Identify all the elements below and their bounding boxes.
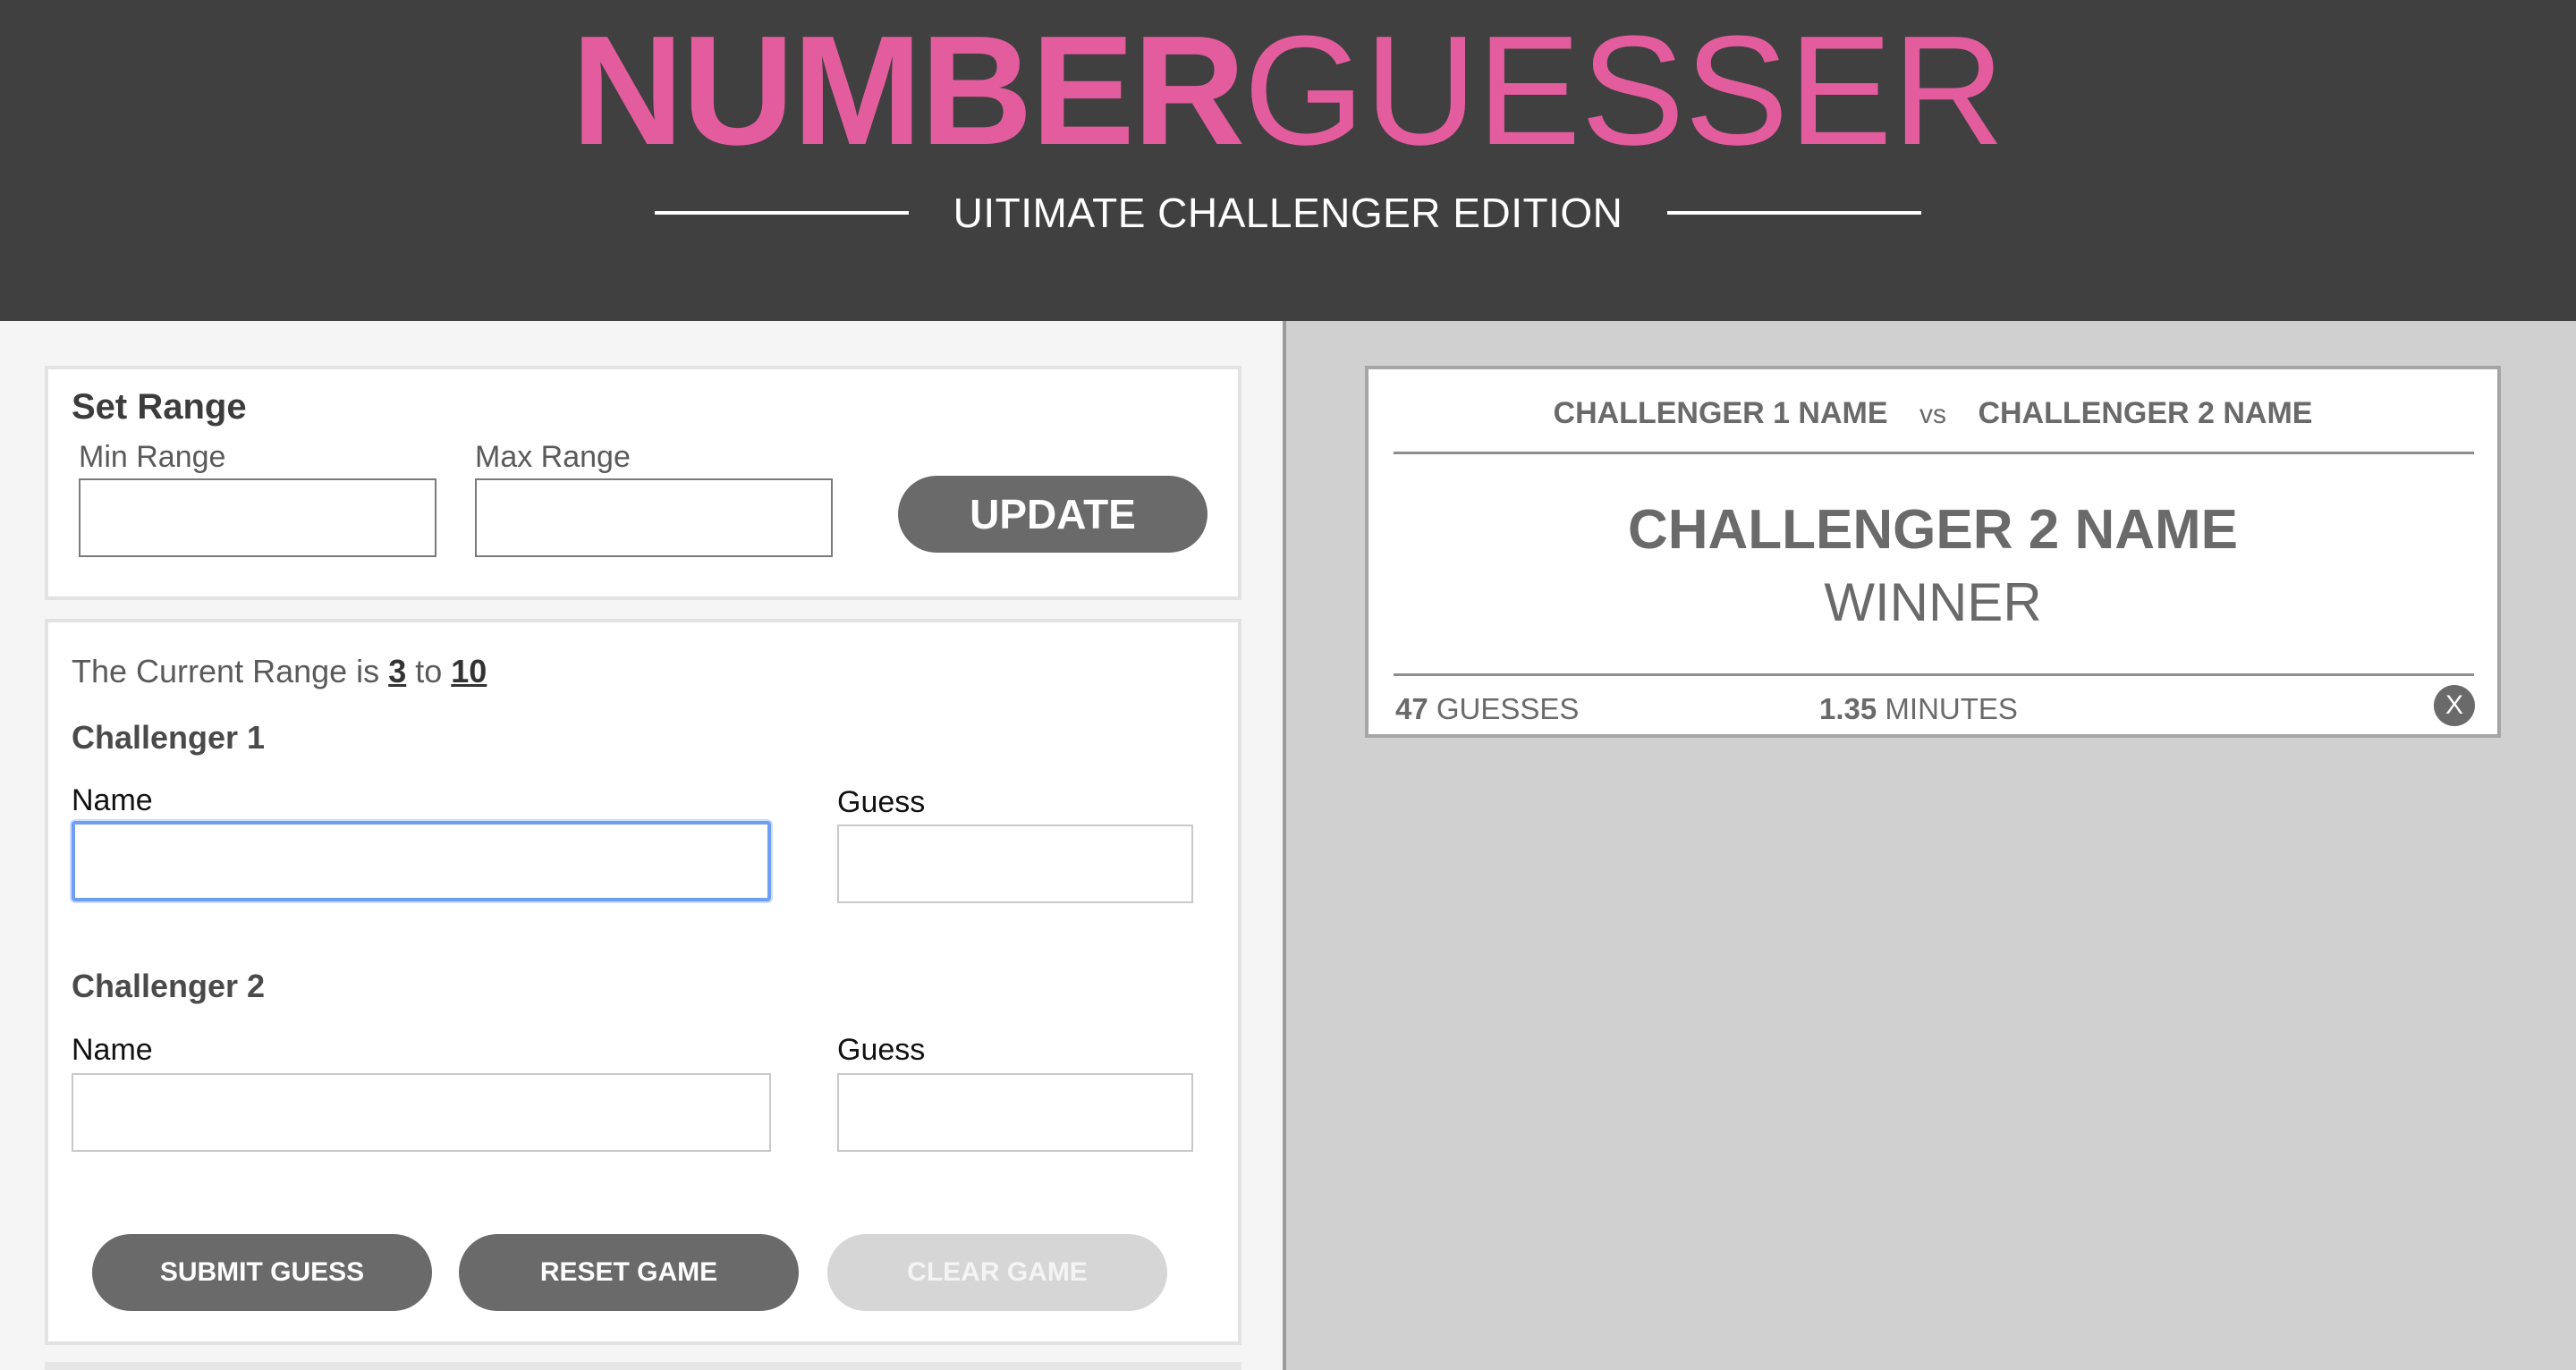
set-range-card: Set Range Min Range Max Range UPDATE <box>45 366 1241 600</box>
winner-name: CHALLENGER 2 NAME <box>1627 499 2239 561</box>
current-range-joiner: to <box>415 653 443 689</box>
winner-label: WINNER <box>1824 572 2042 632</box>
minutes-label: MINUTES <box>1885 692 2018 725</box>
matchup-row: CHALLENGER 1 NAME vs CHALLENGER 2 NAME <box>1368 396 2497 431</box>
challenger1-name-input[interactable] <box>72 821 771 901</box>
reset-game-button[interactable]: RESET GAME <box>459 1234 799 1311</box>
subtitle-rule-left <box>655 211 909 215</box>
next-card-edge <box>45 1362 1241 1370</box>
challenger2-guess-label: Guess <box>837 1033 926 1067</box>
subtitle-rule-right <box>1667 211 1921 215</box>
minutes-value: 1.35 <box>1819 692 1877 725</box>
app-title: NUMBERGUESSER <box>0 5 2576 175</box>
current-range-max: 10 <box>451 653 487 689</box>
challenger2-name-display: CHALLENGER 2 NAME <box>1978 396 2313 430</box>
min-range-input[interactable] <box>79 478 436 557</box>
subtitle-row: UITIMATE CHALLENGER EDITION <box>655 190 1921 236</box>
min-range-label: Min Range <box>79 440 226 474</box>
challenger1-guess-input[interactable] <box>837 825 1193 903</box>
guesses-stat: 47 GUESSES <box>1395 692 1579 726</box>
result-card: CHALLENGER 1 NAME vs CHALLENGER 2 NAME C… <box>1365 366 2501 738</box>
challenger2-name-input[interactable] <box>72 1073 771 1152</box>
challenger2-name-label: Name <box>72 1033 153 1067</box>
close-card-button[interactable]: X <box>2434 685 2475 726</box>
submit-guess-button[interactable]: SUBMIT GUESS <box>92 1234 432 1311</box>
divider-top <box>1394 452 2474 454</box>
guesses-count: 47 <box>1395 692 1428 725</box>
challenger1-name-display: CHALLENGER 1 NAME <box>1553 396 1888 430</box>
divider-bottom <box>1394 673 2474 676</box>
challenger1-guess-label: Guess <box>837 785 926 819</box>
app-title-bold: NUMBER <box>571 3 1246 177</box>
vs-label: vs <box>1919 400 1946 429</box>
challenger2-guess-input[interactable] <box>837 1073 1193 1152</box>
max-range-input[interactable] <box>475 478 833 557</box>
max-range-label: Max Range <box>475 440 631 474</box>
current-range-text: The Current Range is 3 to 10 <box>72 653 487 690</box>
current-range-min: 3 <box>388 653 407 689</box>
challenger1-name-label: Name <box>72 783 153 817</box>
challenger1-title: Challenger 1 <box>72 719 266 756</box>
minutes-stat: 1.35 MINUTES <box>1819 692 2018 726</box>
app-header: NUMBERGUESSER UITIMATE CHALLENGER EDITIO… <box>0 0 2576 321</box>
guesses-label: GUESSES <box>1436 692 1580 725</box>
challenger2-title: Challenger 2 <box>72 968 266 1004</box>
left-panel: Set Range Min Range Max Range UPDATE The… <box>0 321 1286 1370</box>
clear-game-button[interactable]: CLEAR GAME <box>827 1234 1167 1311</box>
app-subtitle: UITIMATE CHALLENGER EDITION <box>953 190 1623 236</box>
set-range-title: Set Range <box>72 387 247 427</box>
current-range-prefix: The Current Range is <box>72 653 380 689</box>
update-button[interactable]: UPDATE <box>898 476 1208 553</box>
app-title-light: GUESSER <box>1243 3 2005 177</box>
